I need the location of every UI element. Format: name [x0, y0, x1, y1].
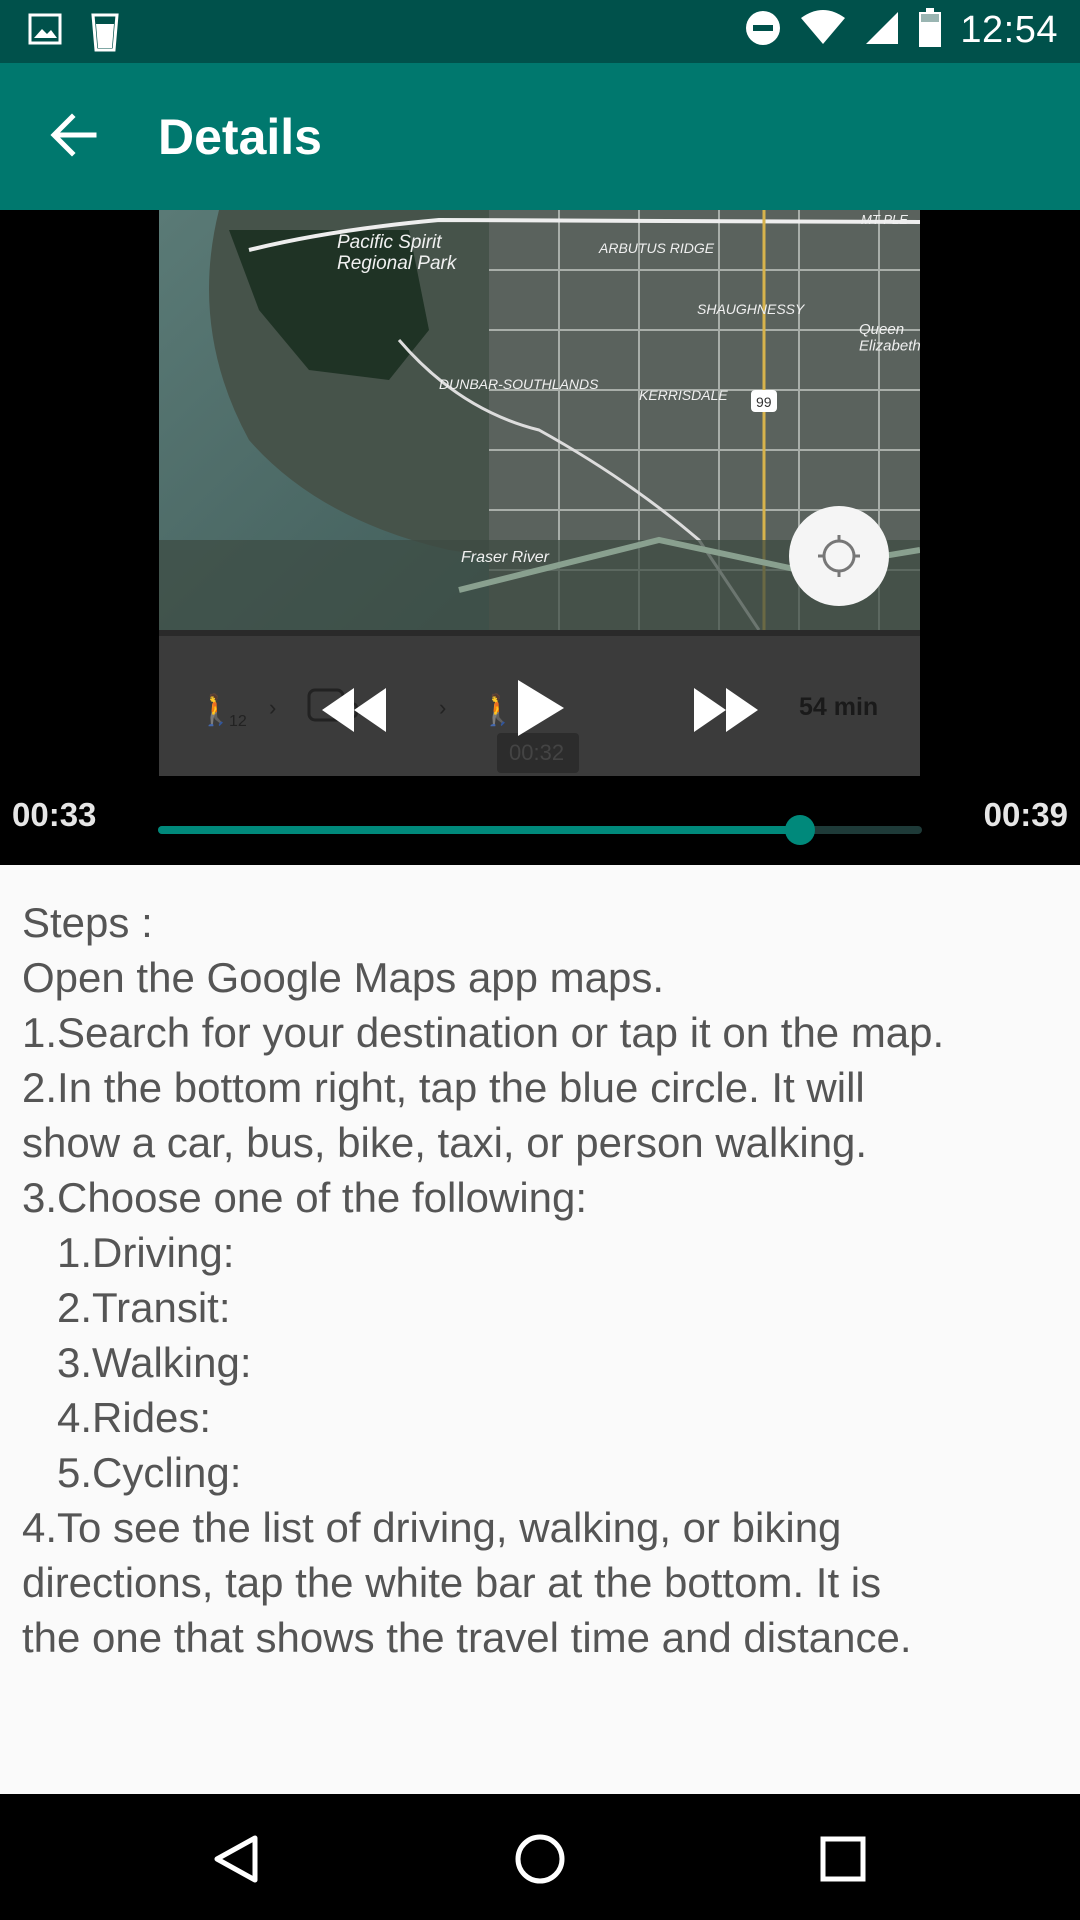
map-label-corner: MT PLE	[861, 212, 908, 227]
step-line: 1.Driving:	[22, 1229, 235, 1276]
map-label-arbutus: ARBUTUS RIDGE	[598, 240, 715, 256]
map-label-dunbar: DUNBAR-SOUTHLANDS	[439, 376, 599, 392]
nav-home-button[interactable]	[505, 1824, 575, 1894]
map-label-river: Fraser River	[461, 549, 550, 566]
step-line: 3.Choose one of the following:	[22, 1174, 588, 1221]
nav-back-button[interactable]	[203, 1824, 273, 1894]
step-line: 4.To see the list of driving, walking, o…	[22, 1504, 842, 1551]
step-line: 2.In the bottom right, tap the blue circ…	[22, 1064, 865, 1111]
step-line: 1.Search for your destination or tap it …	[22, 1009, 945, 1056]
cup-icon	[90, 12, 120, 57]
seek-progress	[158, 826, 800, 834]
rewind-icon	[322, 688, 386, 732]
map-label-park: Pacific Spirit Regional Park	[337, 232, 458, 274]
navigation-bar	[0, 1794, 1080, 1920]
step-line: 3.Walking:	[22, 1339, 252, 1386]
step-line: Open the Google Maps app maps.	[22, 954, 665, 1001]
video-player[interactable]: Pacific Spirit Regional Park ARBUTUS RIDG…	[0, 210, 1080, 865]
step-line: the one that shows the travel time and d…	[22, 1614, 912, 1661]
cell-signal-icon	[864, 10, 900, 51]
page-title: Details	[158, 109, 322, 165]
step-line: Steps :	[22, 899, 153, 946]
map-label-kerrisdale: KERRISDALE	[639, 387, 728, 403]
status-bar: 12:54	[0, 0, 1080, 63]
nav-recents-button[interactable]	[808, 1824, 878, 1894]
map-label-shaughnessy: SHAUGHNESSY	[697, 301, 806, 317]
rewind-button[interactable]	[318, 684, 390, 741]
walk-count: 12	[229, 713, 247, 730]
total-time: 00:39	[983, 796, 1068, 833]
fast-forward-button[interactable]	[690, 684, 762, 741]
elapsed-time: 00:33	[12, 796, 97, 833]
seek-thumb[interactable]	[785, 815, 815, 845]
step-line: 5.Cycling:	[22, 1449, 242, 1496]
play-button[interactable]	[512, 676, 568, 745]
walk-icon-2: 🚶	[479, 692, 516, 727]
status-time: 12:54	[960, 9, 1058, 51]
image-icon	[28, 12, 62, 57]
highway-label: 99	[756, 394, 772, 410]
chevron-right-icon-2: ›	[439, 695, 446, 720]
play-icon	[518, 680, 564, 736]
do-not-disturb-icon	[744, 9, 782, 52]
home-circle-icon	[515, 1834, 565, 1884]
seek-bar[interactable]	[158, 812, 922, 852]
steps-content: Steps : Open the Google Maps app maps. 1.S…	[0, 865, 1080, 1794]
step-line: directions, tap the white bar at the bot…	[22, 1559, 882, 1606]
fast-forward-icon	[694, 688, 758, 732]
battery-icon	[918, 8, 942, 53]
my-location-button	[789, 506, 889, 606]
arrow-left-icon	[50, 113, 97, 157]
back-button[interactable]	[46, 107, 102, 163]
wifi-icon	[800, 10, 846, 51]
step-line: show a car, bus, bike, taxi, or person w…	[22, 1119, 868, 1166]
back-triangle-icon	[214, 1835, 258, 1883]
route-duration: 54 min	[799, 693, 878, 721]
recents-square-icon	[820, 1836, 866, 1882]
app-bar: Details	[0, 63, 1080, 210]
step-line: 4.Rides:	[22, 1394, 212, 1441]
step-line: 2.Transit:	[22, 1284, 231, 1331]
chevron-right-icon: ›	[269, 695, 276, 720]
